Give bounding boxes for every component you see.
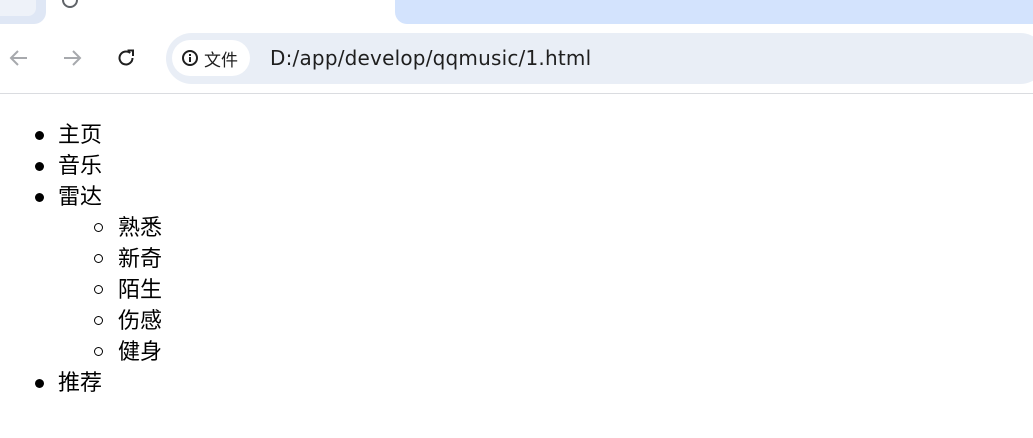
info-icon: [182, 50, 198, 66]
menu-list: 主页 音乐 雷达 熟悉 新奇 陌生 伤感 健身 推荐: [35, 120, 162, 399]
list-item-radar: 雷达 熟悉 新奇 陌生 伤感 健身: [35, 182, 162, 368]
tab-strip: [0, 0, 1033, 24]
forward-button[interactable]: [54, 40, 90, 76]
bullet-circle: [94, 347, 103, 356]
site-info-label: 文件: [204, 50, 238, 71]
bullet-disc: [35, 379, 44, 388]
radar-sublist: 熟悉 新奇 陌生 伤感 健身: [94, 213, 163, 368]
bullet-circle: [94, 285, 103, 294]
sublist-item-label: 伤感: [118, 309, 163, 334]
list-item-music: 音乐: [35, 151, 103, 182]
sublist-item-label: 健身: [118, 340, 163, 365]
sublist-item-label: 陌生: [118, 278, 163, 303]
sublist-item-fitness: 健身: [94, 337, 163, 368]
arrow-left-icon: [9, 50, 27, 66]
page-content: 主页 音乐 雷达 熟悉 新奇 陌生 伤感 健身 推荐: [0, 94, 1033, 438]
bullet-circle: [94, 316, 103, 325]
list-item-label: 主页: [58, 123, 103, 148]
bullet-disc: [35, 131, 44, 140]
tab-active[interactable]: [46, 0, 396, 24]
bullet-disc: [35, 193, 44, 202]
reload-button[interactable]: [108, 40, 144, 76]
sublist-item-familiar: 熟悉: [94, 213, 163, 244]
bullet-disc: [35, 162, 44, 171]
sublist-item-label: 熟悉: [118, 216, 163, 241]
sublist-item-label: 新奇: [118, 247, 163, 272]
tab-previous[interactable]: [0, 0, 46, 24]
list-item-home: 主页: [35, 120, 103, 151]
bullet-circle: [94, 223, 103, 232]
back-button[interactable]: [1, 40, 37, 76]
sublist-item-strange: 陌生: [94, 275, 163, 306]
list-item-label: 雷达: [58, 185, 103, 210]
sublist-item-sad: 伤感: [94, 306, 163, 337]
tab-next[interactable]: [395, 0, 1033, 24]
browser-toolbar: 文件 D:/app/develop/qqmusic/1.html: [0, 24, 1033, 94]
arrow-right-icon: [64, 50, 82, 66]
list-item-recommend: 推荐: [35, 368, 103, 399]
tab-favicon-icon: [62, 0, 78, 8]
tab-previous-inner: [0, 0, 36, 16]
site-info-chip[interactable]: 文件: [172, 40, 250, 76]
reload-icon: [118, 49, 134, 66]
sublist-item-novel: 新奇: [94, 244, 163, 275]
address-bar[interactable]: 文件 D:/app/develop/qqmusic/1.html: [166, 33, 1033, 84]
bullet-circle: [94, 254, 103, 263]
url-text[interactable]: D:/app/develop/qqmusic/1.html: [270, 46, 591, 70]
list-item-label: 音乐: [58, 154, 103, 179]
list-item-label: 推荐: [58, 371, 103, 396]
